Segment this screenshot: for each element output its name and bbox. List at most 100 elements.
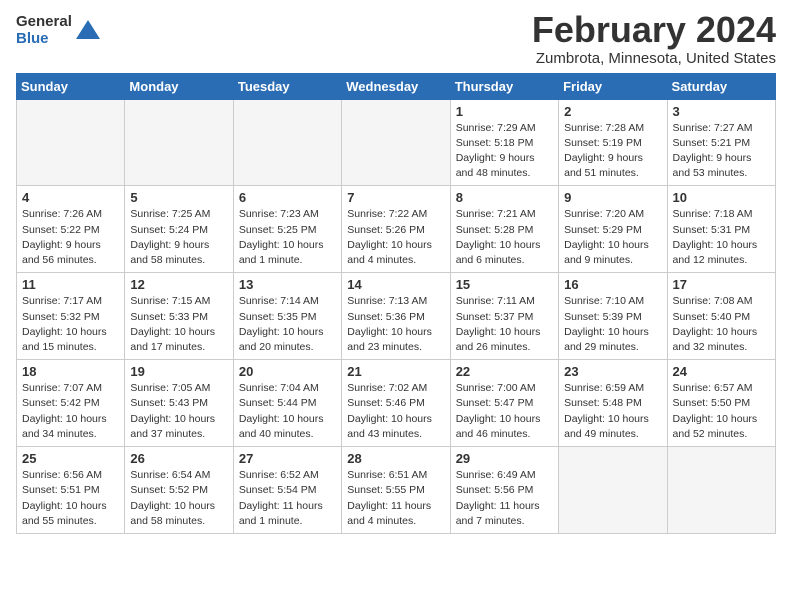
logo-blue: Blue — [16, 31, 72, 48]
day-number: 13 — [239, 277, 336, 292]
calendar-cell: 29Sunrise: 6:49 AM Sunset: 5:56 PM Dayli… — [450, 447, 558, 534]
header-cell-monday: Monday — [125, 73, 233, 99]
logo: General Blue — [16, 14, 102, 47]
header-cell-saturday: Saturday — [667, 73, 775, 99]
cell-text: Sunrise: 7:14 AM Sunset: 5:35 PM Dayligh… — [239, 294, 336, 355]
cell-text: Sunrise: 7:18 AM Sunset: 5:31 PM Dayligh… — [673, 207, 770, 268]
day-number: 27 — [239, 451, 336, 466]
calendar-cell: 10 Sunrise: 7:18 AM Sunset: 5:31 PM Dayli… — [667, 186, 775, 273]
week-row-2: 4 Sunrise: 7:26 AM Sunset: 5:22 PM Daylig… — [17, 186, 776, 273]
day-number: 12 — [130, 277, 227, 292]
day-number: 4 — [22, 190, 119, 205]
calendar-cell: 1Sunrise: 7:29 AM Sunset: 5:18 PM Daylig… — [450, 99, 558, 186]
cell-text: Sunrise: 7:21 AM Sunset: 5:28 PM Dayligh… — [456, 207, 553, 268]
cell-text: Sunrise: 7:23 AM Sunset: 5:25 PM Dayligh… — [239, 207, 336, 268]
day-number: 16 — [564, 277, 661, 292]
logo-general: General — [16, 14, 72, 31]
cell-text: Sunrise: 7:13 AM Sunset: 5:36 PM Dayligh… — [347, 294, 444, 355]
calendar-table: SundayMondayTuesdayWednesdayThursdayFrid… — [16, 73, 776, 534]
calendar-cell: 2Sunrise: 7:28 AM Sunset: 5:19 PM Daylig… — [559, 99, 667, 186]
title-section: February 2024 Zumbrota, Minnesota, Unite… — [532, 10, 776, 67]
cell-text: Sunrise: 6:54 AM Sunset: 5:52 PM Dayligh… — [130, 468, 227, 529]
cell-text: Sunrise: 7:28 AM Sunset: 5:19 PM Dayligh… — [564, 121, 661, 182]
day-number: 25 — [22, 451, 119, 466]
day-number: 9 — [564, 190, 661, 205]
cell-text: Sunrise: 7:22 AM Sunset: 5:26 PM Dayligh… — [347, 207, 444, 268]
cell-text: Sunrise: 7:17 AM Sunset: 5:32 PM Dayligh… — [22, 294, 119, 355]
cell-text: Sunrise: 7:05 AM Sunset: 5:43 PM Dayligh… — [130, 381, 227, 442]
header-cell-thursday: Thursday — [450, 73, 558, 99]
day-number: 1 — [456, 104, 553, 119]
cell-text: Sunrise: 7:26 AM Sunset: 5:22 PM Dayligh… — [22, 207, 119, 268]
calendar-cell — [125, 99, 233, 186]
calendar-cell: 5 Sunrise: 7:25 AM Sunset: 5:24 PM Daylig… — [125, 186, 233, 273]
cell-text: Sunrise: 7:20 AM Sunset: 5:29 PM Dayligh… — [564, 207, 661, 268]
calendar-cell: 20 Sunrise: 7:04 AM Sunset: 5:44 PM Dayli… — [233, 360, 341, 447]
calendar-cell: 19 Sunrise: 7:05 AM Sunset: 5:43 PM Dayli… — [125, 360, 233, 447]
day-number: 6 — [239, 190, 336, 205]
calendar-cell — [342, 99, 450, 186]
cell-text: Sunrise: 7:27 AM Sunset: 5:21 PM Dayligh… — [673, 121, 770, 182]
calendar-cell: 27Sunrise: 6:52 AM Sunset: 5:54 PM Dayli… — [233, 447, 341, 534]
calendar-cell: 15 Sunrise: 7:11 AM Sunset: 5:37 PM Dayli… — [450, 273, 558, 360]
location-title: Zumbrota, Minnesota, United States — [532, 50, 776, 67]
month-title: February 2024 — [532, 10, 776, 50]
calendar-cell: 11 Sunrise: 7:17 AM Sunset: 5:32 PM Dayli… — [17, 273, 125, 360]
header-row: SundayMondayTuesdayWednesdayThursdayFrid… — [17, 73, 776, 99]
logo-text: General Blue — [16, 14, 72, 47]
week-row-1: 1Sunrise: 7:29 AM Sunset: 5:18 PM Daylig… — [17, 99, 776, 186]
calendar-cell: 16 Sunrise: 7:10 AM Sunset: 5:39 PM Dayli… — [559, 273, 667, 360]
calendar-cell: 14 Sunrise: 7:13 AM Sunset: 5:36 PM Dayli… — [342, 273, 450, 360]
week-row-4: 18Sunrise: 7:07 AM Sunset: 5:42 PM Dayli… — [17, 360, 776, 447]
day-number: 26 — [130, 451, 227, 466]
calendar-cell: 7 Sunrise: 7:22 AM Sunset: 5:26 PM Daylig… — [342, 186, 450, 273]
calendar-cell: 24 Sunrise: 6:57 AM Sunset: 5:50 PM Dayli… — [667, 360, 775, 447]
cell-text: Sunrise: 6:56 AM Sunset: 5:51 PM Dayligh… — [22, 468, 119, 529]
day-number: 8 — [456, 190, 553, 205]
cell-text: Sunrise: 7:00 AM Sunset: 5:47 PM Dayligh… — [456, 381, 553, 442]
calendar-cell: 18Sunrise: 7:07 AM Sunset: 5:42 PM Dayli… — [17, 360, 125, 447]
day-number: 28 — [347, 451, 444, 466]
calendar-cell: 26 Sunrise: 6:54 AM Sunset: 5:52 PM Dayli… — [125, 447, 233, 534]
day-number: 24 — [673, 364, 770, 379]
cell-text: Sunrise: 7:07 AM Sunset: 5:42 PM Dayligh… — [22, 381, 119, 442]
day-number: 29 — [456, 451, 553, 466]
week-row-5: 25 Sunrise: 6:56 AM Sunset: 5:51 PM Dayli… — [17, 447, 776, 534]
day-number: 11 — [22, 277, 119, 292]
calendar-cell: 6 Sunrise: 7:23 AM Sunset: 5:25 PM Daylig… — [233, 186, 341, 273]
cell-text: Sunrise: 7:11 AM Sunset: 5:37 PM Dayligh… — [456, 294, 553, 355]
week-row-3: 11 Sunrise: 7:17 AM Sunset: 5:32 PM Dayli… — [17, 273, 776, 360]
calendar-cell: 23Sunrise: 6:59 AM Sunset: 5:48 PM Dayli… — [559, 360, 667, 447]
day-number: 3 — [673, 104, 770, 119]
day-number: 15 — [456, 277, 553, 292]
calendar-cell — [233, 99, 341, 186]
day-number: 21 — [347, 364, 444, 379]
day-number: 7 — [347, 190, 444, 205]
cell-text: Sunrise: 6:57 AM Sunset: 5:50 PM Dayligh… — [673, 381, 770, 442]
day-number: 23 — [564, 364, 661, 379]
calendar-cell: 4 Sunrise: 7:26 AM Sunset: 5:22 PM Daylig… — [17, 186, 125, 273]
header-cell-tuesday: Tuesday — [233, 73, 341, 99]
calendar-cell: 21Sunrise: 7:02 AM Sunset: 5:46 PM Dayli… — [342, 360, 450, 447]
cell-text: Sunrise: 7:04 AM Sunset: 5:44 PM Dayligh… — [239, 381, 336, 442]
cell-text: Sunrise: 7:25 AM Sunset: 5:24 PM Dayligh… — [130, 207, 227, 268]
header-cell-sunday: Sunday — [17, 73, 125, 99]
cell-text: Sunrise: 7:10 AM Sunset: 5:39 PM Dayligh… — [564, 294, 661, 355]
cell-text: Sunrise: 7:08 AM Sunset: 5:40 PM Dayligh… — [673, 294, 770, 355]
cell-text: Sunrise: 6:51 AM Sunset: 5:55 PM Dayligh… — [347, 468, 444, 529]
calendar-cell — [17, 99, 125, 186]
calendar-cell: 28 Sunrise: 6:51 AM Sunset: 5:55 PM Dayli… — [342, 447, 450, 534]
day-number: 19 — [130, 364, 227, 379]
header-cell-friday: Friday — [559, 73, 667, 99]
header: General Blue February 2024 Zumbrota, Min… — [16, 10, 776, 67]
calendar-cell — [559, 447, 667, 534]
calendar-cell: 12 Sunrise: 7:15 AM Sunset: 5:33 PM Dayli… — [125, 273, 233, 360]
day-number: 20 — [239, 364, 336, 379]
day-number: 5 — [130, 190, 227, 205]
calendar-cell: 22Sunrise: 7:00 AM Sunset: 5:47 PM Dayli… — [450, 360, 558, 447]
day-number: 10 — [673, 190, 770, 205]
day-number: 14 — [347, 277, 444, 292]
header-cell-wednesday: Wednesday — [342, 73, 450, 99]
calendar-cell: 17Sunrise: 7:08 AM Sunset: 5:40 PM Dayli… — [667, 273, 775, 360]
cell-text: Sunrise: 7:15 AM Sunset: 5:33 PM Dayligh… — [130, 294, 227, 355]
